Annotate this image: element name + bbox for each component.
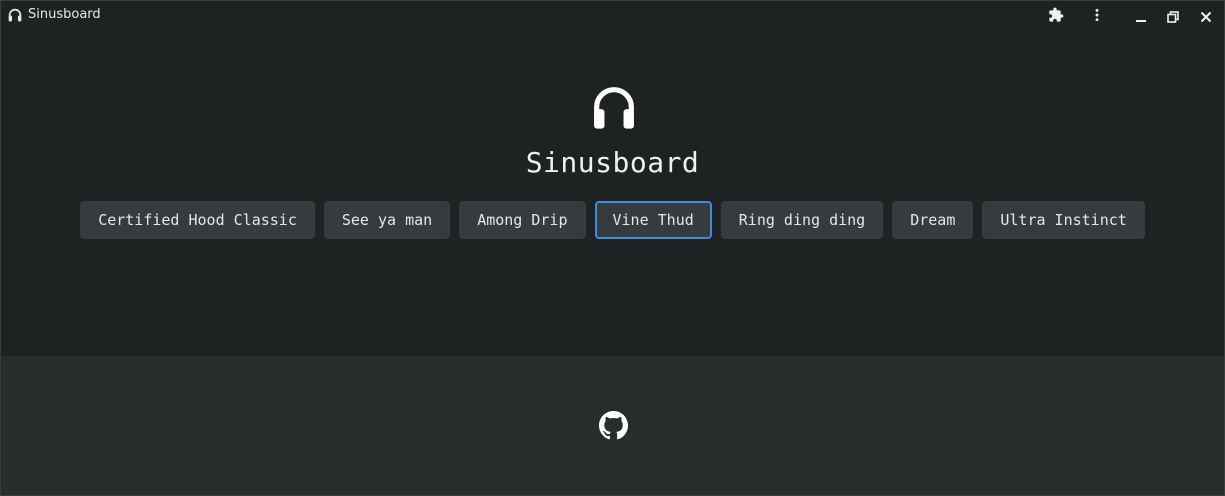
extensions-button[interactable]: [1046, 7, 1066, 27]
sound-button[interactable]: Certified Hood Classic: [80, 201, 315, 239]
headphones-icon: [7, 7, 23, 23]
sound-button[interactable]: Ring ding ding: [720, 201, 884, 239]
minimize-button[interactable]: [1131, 7, 1151, 27]
sound-button-focused[interactable]: Vine Thud: [594, 201, 712, 239]
window-title: Sinusboard: [28, 7, 101, 22]
app-title: Sinusboard: [525, 146, 700, 179]
restore-button[interactable]: [1163, 7, 1183, 27]
kebab-menu-icon: [1089, 7, 1105, 27]
close-button[interactable]: [1196, 7, 1216, 27]
menu-button[interactable]: [1087, 7, 1107, 27]
title-bar[interactable]: Sinusboard: [1, 1, 1224, 31]
sound-button[interactable]: See ya man: [323, 201, 451, 239]
footer: [1, 356, 1224, 495]
sound-button[interactable]: Ultra Instinct: [982, 201, 1145, 239]
main-panel: Sinusboard Certified Hood Classic See ya…: [1, 31, 1224, 356]
puzzle-icon: [1048, 7, 1064, 27]
close-icon: [1200, 8, 1212, 27]
sound-button[interactable]: Dream: [892, 201, 974, 239]
sound-button-row: Certified Hood Classic See ya man Among …: [1, 201, 1224, 239]
restore-icon: [1167, 8, 1179, 27]
headphones-icon: [588, 81, 640, 133]
sound-button[interactable]: Among Drip: [459, 201, 586, 239]
github-icon[interactable]: [599, 411, 628, 440]
app-window: Sinusboard Sinusboard Certified Hood Cla…: [0, 0, 1225, 496]
minimize-icon: [1135, 8, 1147, 27]
